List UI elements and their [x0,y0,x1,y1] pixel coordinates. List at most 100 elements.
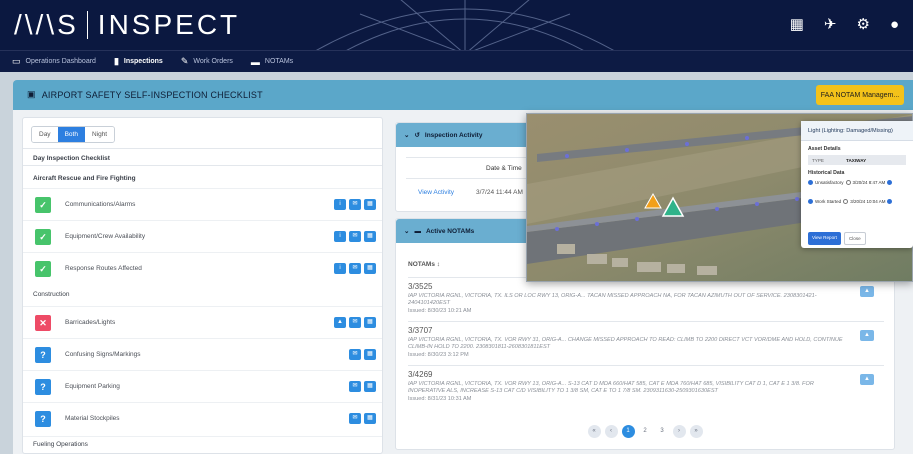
row-actions: ✉ ▦ [349,413,376,424]
question-icon[interactable]: ? [35,379,51,395]
notams-column-header[interactable]: NOTAMs ↕ [408,261,440,268]
comment-icon[interactable]: ✉ [349,317,361,328]
comment-icon[interactable]: ✉ [349,199,361,210]
question-icon[interactable]: ? [35,347,51,363]
info-icon[interactable]: i [334,199,346,210]
top-bar: /\/\S INSPECT ▦ ✈ ⚙ ● [0,0,913,50]
view-report-button[interactable]: View Report [808,232,841,245]
row-actions: ▲ ✉ ▦ [334,317,376,328]
info-icon[interactable] [887,180,893,185]
row-actions: i ✉ ▦ [334,231,376,242]
page-3-button[interactable]: 3 [656,425,669,438]
checklist-row[interactable]: ✓ Equipment/Crew Availability i ✉ ▦ [23,220,382,252]
calendar-icon[interactable]: ▦ [364,317,376,328]
nav-inspections[interactable]: ▮ Inspections [114,56,163,67]
type-value: TAXIWAY [846,157,867,163]
last-page-button[interactable]: » [689,425,703,438]
nav-notams[interactable]: ▬ NOTAMs [251,57,293,67]
toggle-both[interactable]: Both [57,127,85,142]
work-order-icon[interactable]: ▲ [334,317,346,328]
chat-icon: ▬ [250,56,260,67]
calendar-icon[interactable]: ▦ [364,413,376,424]
nav-work-orders[interactable]: ✎ Work Orders [181,56,233,67]
toggle-day[interactable]: Day [32,127,58,142]
section-title: Fueling Operations [23,436,382,448]
toggle-night[interactable]: Night [84,127,115,142]
work-order-icon[interactable]: ▲ [860,374,874,385]
historical-data-label: Historical Data [808,170,845,176]
notams-column-label: NOTAMs [408,261,435,268]
history-item[interactable]: Work Started 3/20/24 10:04 AM [801,199,913,204]
check-icon[interactable]: ✓ [35,229,51,245]
prev-page-button[interactable]: ‹ [604,425,618,438]
checklist-icon: ▣ [27,89,36,99]
checklist-row[interactable]: ✓ Response Routes Affected i ✉ ▦ [23,252,382,284]
app-logo[interactable]: /\/\S INSPECT [14,9,240,41]
question-icon[interactable]: ? [35,411,51,427]
page-header: ▣ AIRPORT SAFETY SELF-INSPECTION CHECKLI… [13,80,913,110]
calendar-icon[interactable]: ▦ [364,381,376,392]
history-time: 3/20/24 8:47 AM [852,180,886,185]
check-icon[interactable]: ✓ [35,261,51,277]
checklist-item-label: Communications/Alarms [65,201,136,208]
notam-text: IAP VICTORIA RGNL, VICTORIA, TX. VOR RWY… [408,337,843,350]
grid-icon[interactable]: ▦ [790,17,804,32]
timeline-marker-icon [845,180,851,185]
comment-icon[interactable]: ✉ [349,413,361,424]
page-1-button[interactable]: 1 [621,425,635,438]
info-icon[interactable]: i [334,231,346,242]
notam-issued: Issued: 8/30/23 3:12 PM [408,352,469,358]
x-icon[interactable]: ✕ [35,315,51,331]
checklist-row[interactable]: ✕ Barricades/Lights ▲ ✉ ▦ [23,306,382,338]
nav-label: NOTAMs [264,58,294,65]
history-status: Unsatisfactory [815,180,844,185]
comment-icon[interactable]: ✉ [349,263,361,274]
gear-icon[interactable]: ⚙ [856,17,869,32]
chevron-down-icon[interactable]: ⌄ [404,227,409,235]
page-2-button[interactable]: 2 [639,425,652,438]
compass-rose-decoration [316,0,614,50]
next-page-button[interactable]: › [672,425,686,438]
checklist-row[interactable]: ? Material Stockpiles ✉ ▦ [23,402,382,434]
calendar-icon[interactable]: ▦ [364,263,376,274]
checklist-row[interactable]: ? Confusing Signs/Markings ✉ ▦ [23,338,382,370]
info-icon[interactable]: i [334,263,346,274]
plane-icon[interactable]: ✈ [824,17,837,32]
popup-buttons: View Report Close [808,232,866,245]
checklist-title: Day Inspection Checklist [23,148,382,166]
checklist-row[interactable]: ? Equipment Parking ✉ ▦ [23,370,382,402]
notam-text: IAP VICTORIA RGNL, VICTORIA, TX. ILS OR … [408,293,817,306]
sort-icon: ↕ [436,261,441,268]
work-order-icon[interactable]: ▲ [860,286,874,297]
comment-icon[interactable]: ✉ [349,231,361,242]
calendar-icon[interactable]: ▦ [364,199,376,210]
history-item[interactable]: Unsatisfactory 3/20/24 8:47 AM [801,180,913,185]
row-actions: ✉ ▦ [349,349,376,360]
check-icon[interactable]: ✓ [35,197,51,213]
calendar-icon[interactable]: ▦ [364,349,376,360]
close-button[interactable]: Close [843,232,866,245]
calendar-icon[interactable]: ▦ [364,231,376,242]
info-icon[interactable] [887,199,893,204]
work-order-icon[interactable]: ▲ [860,330,874,341]
nav-operations-dashboard[interactable]: ▭ Operations Dashboard [12,56,96,67]
comment-icon[interactable]: ✉ [349,381,361,392]
clipboard-icon: ▮ [113,56,119,66]
history-time: 3/20/24 10:04 AM [850,199,886,204]
checklist-card: Day Both Night Day Inspection Checklist … [22,117,383,454]
notam-text: IAP VICTORIA RGNL, VICTORIA, TX. VOR RWY… [408,381,814,394]
user-icon[interactable]: ● [890,17,899,32]
checklist-item-label: Barricades/Lights [65,319,116,326]
chevron-down-icon[interactable]: ⌄ [404,131,409,139]
panel-title: Inspection Activity [424,131,483,139]
section-title: Construction [33,291,70,298]
comment-icon[interactable]: ✉ [349,349,361,360]
panel-title: Active NOTAMs [425,227,475,235]
popup-title: Light (Lighting: Damaged/Missing) [801,121,913,141]
view-activity-link[interactable]: View Activity [418,189,454,196]
page-title: ▣ AIRPORT SAFETY SELF-INSPECTION CHECKLI… [27,89,263,100]
faa-notam-manager-button[interactable]: FAA NOTAM Managem... [816,85,904,105]
asset-details-label: Asset Details [808,146,841,152]
checklist-row[interactable]: ✓ Communications/Alarms i ✉ ▦ [23,188,382,220]
first-page-button[interactable]: « [587,425,601,438]
